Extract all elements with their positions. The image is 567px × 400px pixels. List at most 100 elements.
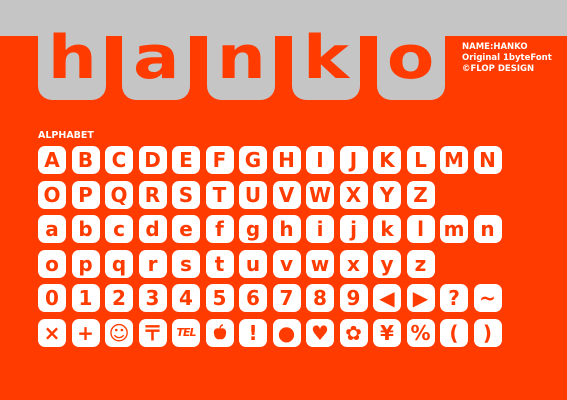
glyph-tile: X [339, 180, 368, 209]
glyph-tile: g [239, 215, 267, 243]
glyph-tile: 4 [172, 284, 200, 312]
glyph-tile: n [473, 215, 502, 243]
glyph-tile: q [105, 249, 133, 278]
glyph-tile: a [38, 215, 66, 243]
glyph-tile: E [172, 146, 200, 174]
glyph-tile: S [172, 180, 200, 209]
glyph-tile: i [306, 215, 334, 243]
glyph-tile: x [339, 249, 368, 278]
logo-letter: k [303, 23, 349, 93]
glyph-tile: J [339, 146, 368, 174]
glyph-tile: ? [440, 284, 468, 312]
glyph-tile: 1 [71, 284, 100, 312]
glyph-tile: 0 [38, 284, 66, 312]
glyph-tile: TEL [172, 318, 200, 347]
glyph-tile: Q [105, 180, 133, 209]
glyph-tile: I [306, 146, 334, 174]
glyph-tile: f [205, 215, 234, 243]
glyph-tile: 3 [138, 284, 167, 312]
font-credit: ©FLOP DESIGN [462, 64, 535, 74]
glyph-tile: U [239, 180, 267, 209]
glyph-tile: ▶ [406, 284, 435, 312]
glyph-tile: O [38, 180, 66, 209]
glyph-tile: ♥ [306, 318, 334, 347]
glyph-tile: × [38, 318, 66, 347]
logo-letter: n [216, 23, 266, 93]
glyph-tile [440, 250, 468, 278]
glyph-tile: e [172, 215, 200, 243]
logo-tile-h: h [38, 0, 106, 100]
glyph-tile: l [406, 215, 435, 243]
glyph-tile: R [138, 180, 167, 209]
logo-letter: h [47, 23, 97, 93]
glyph-tile: M [440, 146, 468, 174]
glyph-tile: 7 [272, 284, 301, 312]
glyph-tile: v [272, 249, 301, 278]
logo-tile-a: a [122, 0, 190, 100]
glyph-tile: + [71, 318, 100, 347]
glyph-tile: m [440, 215, 468, 243]
glyph-tile: H [272, 146, 301, 174]
glyph-tile: h [272, 215, 301, 243]
glyph-tile: r [138, 249, 167, 278]
glyph-tile: ◀ [373, 284, 401, 312]
glyph-tile: 6 [239, 284, 267, 312]
glyph-tile: 2 [105, 284, 133, 312]
glyph-tile: ) [473, 318, 502, 347]
font-name: NAME:HANKO [462, 42, 528, 52]
glyph-tile: o [38, 249, 66, 278]
glyph-tile: 9 [339, 284, 368, 312]
logo-tile-k: k [292, 0, 360, 100]
glyph-tile: B [71, 146, 100, 174]
font-info: NAME:HANKO Original 1byteFont ©FLOP DESI… [462, 42, 552, 75]
glyph-tile: % [406, 318, 435, 347]
glyph-tile: p [71, 249, 100, 278]
glyph-tile: A [38, 146, 66, 174]
glyph-tile: ! [239, 318, 267, 347]
glyph-tile: 8 [306, 284, 334, 312]
glyph-tile: b [71, 215, 100, 243]
glyph-tile: w [306, 249, 334, 278]
glyph-tile: ~ [473, 284, 502, 312]
glyph-tile: ( [440, 318, 468, 347]
glyph-tile: 5 [205, 284, 234, 312]
glyph-tile: G [239, 146, 267, 174]
glyph-tile: P [71, 180, 100, 209]
logo-tile-n: n [207, 0, 275, 100]
glyph-tile: ● [272, 318, 301, 347]
glyph-tile: j [339, 215, 368, 243]
glyph-grid: ABCDEFGHIJKLMN OPQRSTUVWXYZabcdefghijklmn… [38, 146, 502, 347]
glyph-tile: V [272, 180, 301, 209]
glyph-tile: Z [406, 180, 435, 209]
glyph-tile: T [205, 180, 234, 209]
glyph-tile [474, 250, 502, 278]
logo-letter: a [132, 23, 180, 93]
apple-icon [205, 318, 234, 347]
logo-letter: o [387, 23, 435, 93]
glyph-tile: d [138, 215, 167, 243]
font-type: Original 1byteFont [462, 53, 552, 63]
glyph-tile: ☺ [105, 318, 133, 347]
glyph-tile: ¥ [373, 318, 401, 347]
section-label: ALPHABET [38, 130, 94, 141]
glyph-tile: y [373, 249, 401, 278]
glyph-tile: K [373, 146, 401, 174]
glyph-tile: Y [373, 180, 401, 209]
glyph-tile: ✿ [339, 318, 368, 347]
glyph-tile: N [473, 146, 502, 174]
glyph-tile: t [205, 249, 234, 278]
glyph-tile [440, 181, 468, 209]
glyph-tile: k [373, 215, 401, 243]
glyph-tile: F [205, 146, 234, 174]
glyph-tile: L [406, 146, 435, 174]
glyph-tile: c [105, 215, 133, 243]
glyph-tile: 〒 [138, 318, 167, 347]
glyph-tile [474, 181, 502, 209]
glyph-tile: u [239, 249, 267, 278]
glyph-tile: z [406, 249, 435, 278]
glyph-tile: C [105, 146, 133, 174]
logo-tile-o: o [377, 0, 445, 100]
glyph-tile: W [306, 180, 334, 209]
glyph-tile: s [172, 249, 200, 278]
glyph-tile: D [138, 146, 167, 174]
